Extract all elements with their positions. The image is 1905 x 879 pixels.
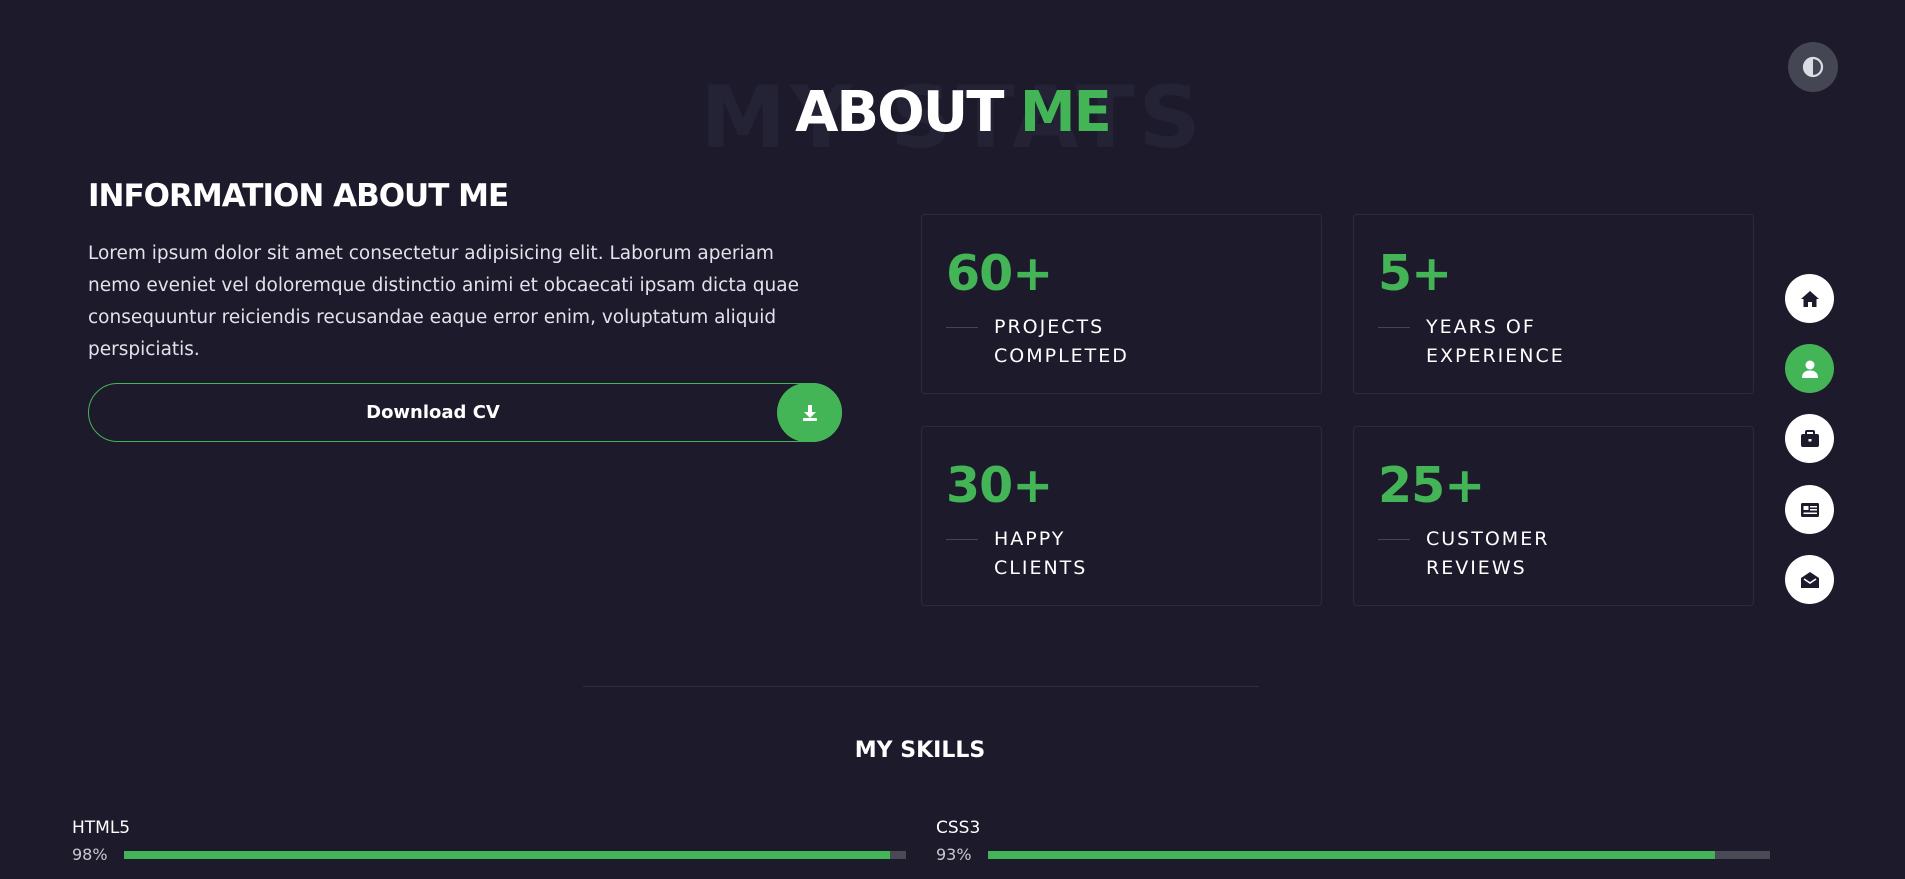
- stat-label-line: CUSTOMER: [1426, 528, 1550, 550]
- page-title-main: ABOUT: [795, 80, 1004, 145]
- download-icon: [777, 383, 842, 442]
- newspaper-icon: [1800, 502, 1819, 517]
- stat-card-experience: 5+ YEARS OF EXPERIENCE: [1353, 214, 1754, 394]
- user-icon: [1801, 360, 1818, 378]
- stat-number: 5+: [1378, 245, 1452, 302]
- stat-number: 25+: [1378, 457, 1485, 514]
- stat-card-reviews: 25+ CUSTOMER REVIEWS: [1353, 426, 1754, 606]
- stat-label-line: HAPPY: [994, 528, 1066, 550]
- contrast-icon: [1802, 56, 1824, 78]
- skill-percent: 98%: [72, 845, 108, 864]
- nav-portfolio-button[interactable]: [1785, 414, 1834, 463]
- stat-divider: [946, 327, 978, 328]
- skill-html5: HTML5 98%: [72, 818, 906, 878]
- briefcase-icon: [1800, 429, 1819, 447]
- stat-label-line: CLIENTS: [994, 557, 1088, 579]
- section-divider: [583, 686, 1259, 687]
- stat-number: 60+: [946, 245, 1053, 302]
- stat-divider: [946, 539, 978, 540]
- stat-divider: [1378, 327, 1410, 328]
- nav-contact-button[interactable]: [1785, 555, 1834, 604]
- stat-number: 30+: [946, 457, 1053, 514]
- stat-label-line: YEARS OF: [1426, 316, 1536, 338]
- skills-title: MY SKILLS: [854, 738, 986, 763]
- stat-label: PROJECTS COMPLETED: [994, 313, 1194, 371]
- skill-progress-track: [988, 851, 1770, 859]
- section-heading: MY STATS ABOUT ME: [0, 60, 1905, 168]
- page-title-accent: ME: [1019, 80, 1112, 145]
- stat-divider: [1378, 539, 1410, 540]
- stat-card-clients: 30+ HAPPY CLIENTS: [921, 426, 1322, 606]
- nav-about-button[interactable]: [1785, 344, 1834, 393]
- download-cv-label: Download CV: [366, 402, 500, 423]
- page-title: ABOUT ME: [0, 80, 1905, 145]
- stat-label: HAPPY CLIENTS: [994, 525, 1194, 583]
- nav-home-button[interactable]: [1785, 274, 1834, 323]
- skill-progress-track: [124, 851, 906, 859]
- skill-percent: 93%: [936, 845, 972, 864]
- skill-css3: CSS3 93%: [936, 818, 1770, 878]
- theme-toggle-button[interactable]: [1788, 42, 1838, 92]
- skill-progress-fill: [124, 851, 891, 859]
- stat-label-line: EXPERIENCE: [1426, 345, 1565, 367]
- envelope-icon: [1800, 571, 1819, 588]
- download-cv-button[interactable]: Download CV: [88, 383, 842, 442]
- stat-card-projects: 60+ PROJECTS COMPLETED: [921, 214, 1322, 394]
- skill-progress-fill: [988, 851, 1716, 859]
- skill-name: CSS3: [936, 818, 981, 838]
- skill-name: HTML5: [72, 818, 131, 838]
- stat-label: YEARS OF EXPERIENCE: [1426, 313, 1626, 371]
- nav-blog-button[interactable]: [1785, 485, 1834, 534]
- stat-label-line: PROJECTS: [994, 316, 1105, 338]
- info-title: INFORMATION ABOUT ME: [88, 178, 509, 214]
- info-paragraph: Lorem ipsum dolor sit amet consectetur a…: [88, 243, 799, 360]
- home-icon: [1800, 290, 1819, 307]
- stat-label-line: REVIEWS: [1426, 557, 1527, 579]
- stat-label: CUSTOMER REVIEWS: [1426, 525, 1626, 583]
- stat-label-line: COMPLETED: [994, 345, 1129, 367]
